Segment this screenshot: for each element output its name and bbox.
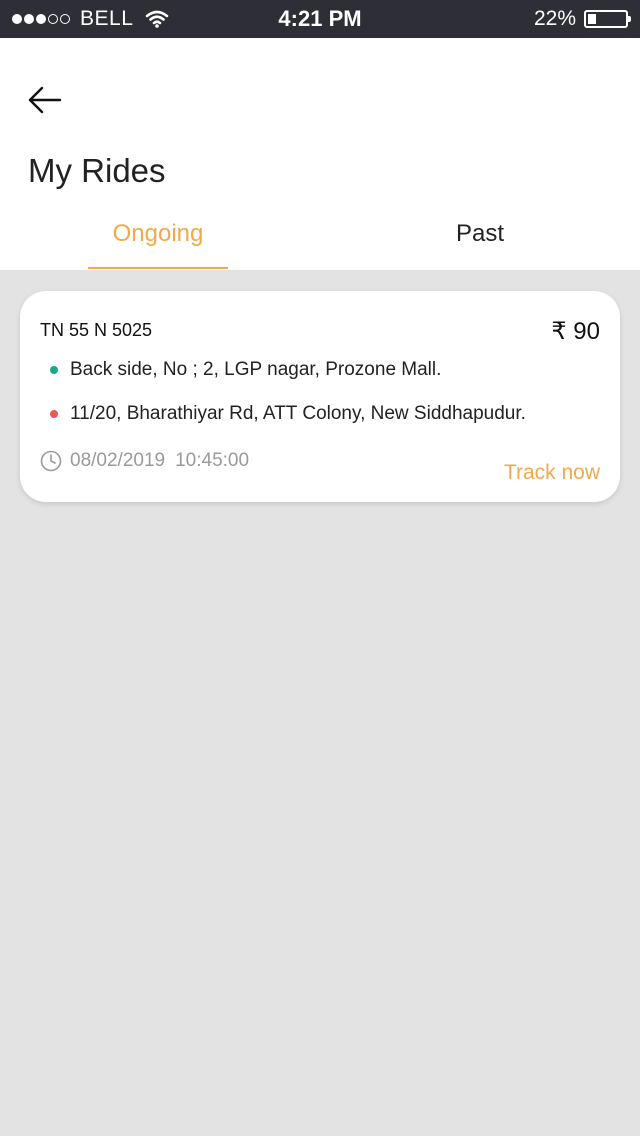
arrow-left-icon[interactable] — [26, 82, 66, 118]
drop-address: 11/20, Bharathiyar Rd, ATT Colony, New S… — [70, 403, 526, 424]
status-right: 22% — [533, 6, 631, 32]
status-bar: BELL 4:21 PM 22% — [0, 0, 640, 38]
tab-ongoing[interactable]: Ongoing — [88, 220, 228, 248]
vehicle-number: TN 55 N 5025 — [40, 320, 153, 340]
battery-icon — [584, 10, 631, 28]
ride-date: 08/02/2019 — [70, 450, 166, 471]
active-tab-indicator — [88, 267, 228, 269]
ride-card[interactable]: TN 55 N 5025 ₹ 90 Back side, No ; 2, LGP… — [20, 291, 620, 502]
app-header: My Rides Ongoing Past — [0, 38, 640, 270]
page-title: My Rides — [28, 152, 166, 189]
pickup-address: Back side, No ; 2, LGP nagar, Prozone Ma… — [70, 359, 442, 380]
ride-time: 10:45:00 — [175, 450, 250, 471]
drop-location: 11/20, Bharathiyar Rd, ATT Colony, New S… — [50, 403, 526, 425]
ride-fare: ₹ 90 — [551, 318, 600, 345]
pickup-dot-icon — [50, 366, 58, 374]
ride-datetime: 08/02/2019 10:45:00 — [40, 450, 249, 472]
tab-past[interactable]: Past — [400, 220, 560, 248]
drop-dot-icon — [50, 410, 58, 418]
clock-icon — [40, 450, 62, 472]
pickup-location: Back side, No ; 2, LGP nagar, Prozone Ma… — [50, 359, 441, 381]
battery-percentage: 22% — [533, 7, 576, 30]
battery-level — [588, 14, 596, 24]
track-now-button[interactable]: Track now — [504, 461, 600, 485]
